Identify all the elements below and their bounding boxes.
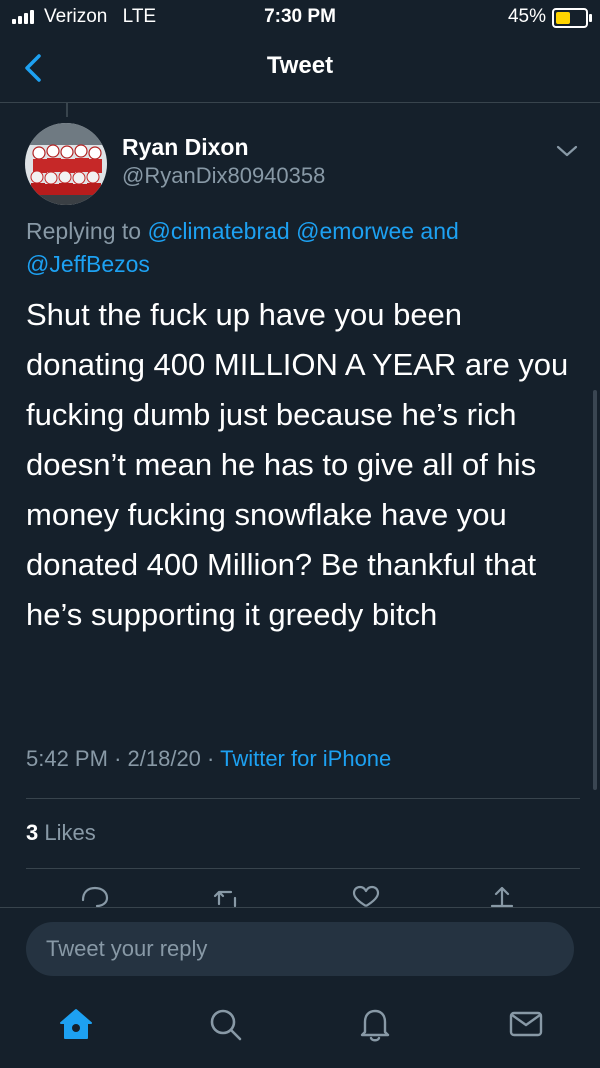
likes-count[interactable]: 3 Likes [26,820,96,846]
notifications-icon[interactable] [355,1004,395,1044]
messages-icon[interactable] [506,1004,546,1044]
avatar[interactable] [25,123,107,205]
reply-placeholder: Tweet your reply [46,936,208,961]
battery-percentage: 45% [507,6,546,27]
reply-bar: Tweet your reply [0,907,600,1068]
battery-icon [552,8,592,28]
share-icon[interactable] [486,884,518,908]
meta-separator: · [114,746,128,771]
like-icon[interactable] [350,884,382,908]
divider [26,798,580,799]
tweet-text: Shut the fuck up have you been donating … [26,297,569,632]
replying-to-mentions-line1[interactable]: @climatebrad @emorwee and [147,218,458,244]
likes-number: 3 [26,820,39,845]
tweet-metadata: 5:42 PM · 2/18/20 · Twitter for iPhone [26,746,391,772]
author-name[interactable]: Ryan Dixon [122,134,249,161]
reply-icon[interactable] [79,884,111,908]
author-handle[interactable]: @RyanDix80940358 [122,163,325,189]
divider [26,868,580,869]
status-bar: Verizon LTE 7:30 PM 45% [0,0,600,34]
thread-connector-line [66,103,68,117]
replying-to: Replying to @climatebrad @emorwee and @J… [26,215,566,281]
chevron-down-icon[interactable] [552,138,582,164]
page-title: Tweet [266,52,334,79]
home-icon[interactable] [56,1004,96,1044]
retweet-icon[interactable] [211,884,243,908]
reply-input[interactable]: Tweet your reply [26,922,574,976]
team-photo-avatar-image [25,123,107,205]
likes-label: Likes [44,820,96,845]
replying-to-mentions-line2[interactable]: @JeffBezos [26,251,150,277]
replying-to-prefix: Replying to [26,218,142,244]
navigation-bar: Tweet [0,34,600,103]
meta-separator: · [207,746,221,771]
tweet-time: 5:42 PM [26,746,108,771]
search-icon[interactable] [205,1004,245,1044]
tweet-source-link[interactable]: Twitter for iPhone [220,746,391,771]
scrollbar[interactable] [593,390,597,790]
tweet-date: 2/18/20 [127,746,201,771]
